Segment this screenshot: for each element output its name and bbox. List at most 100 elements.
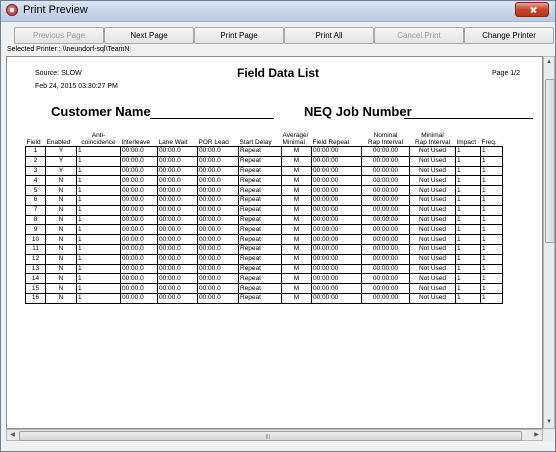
report-source: Source: SLOW xyxy=(35,70,82,77)
table-cell: 1 xyxy=(76,283,121,294)
table-row: 3 Y 1 00:00.0 00:00.0 00:00.0 Repeat M 00:00:00 0… xyxy=(25,166,503,177)
table-cell: 00:00.0 xyxy=(120,205,158,216)
table-cell: 00:00:00 xyxy=(311,273,362,285)
table-cell: 00:00.0 xyxy=(157,146,198,157)
table-cell: 4 xyxy=(25,175,46,187)
table-cell: Not Used xyxy=(409,273,456,285)
table-row: 12 N 1 00:00.0 00:00.0 00:00.0 Repeat M 00:00:00… xyxy=(25,254,503,265)
table-cell: 5 xyxy=(25,185,46,196)
table-cell: N xyxy=(45,195,77,206)
table-cell: 00:00:00 xyxy=(361,146,410,157)
table-cell: 00:00:00 xyxy=(311,215,362,226)
table-cell: Repeat xyxy=(238,244,282,255)
page-number: Page 1/2 xyxy=(492,70,521,77)
table-cell: 00:00.0 xyxy=(197,205,239,216)
vertical-scrollbar[interactable]: ▲ ▼ xyxy=(543,56,555,429)
table-cell: 1 xyxy=(480,156,503,167)
table-cell: M xyxy=(281,224,312,236)
horizontal-scrollbar[interactable]: ◀ ||| ▶ xyxy=(6,429,543,441)
table-cell: Repeat xyxy=(238,156,282,167)
arrow-right-icon[interactable]: ▶ xyxy=(531,430,542,440)
horizontal-scroll-thumb[interactable]: ||| xyxy=(19,431,522,441)
table-cell: 1 xyxy=(455,166,481,177)
table-row: 5 N 1 00:00.0 00:00.0 00:00.0 Repeat M 00:00:00 0… xyxy=(25,185,503,196)
table-row: 14 N 1 00:00.0 00:00.0 00:00.0 Repeat M 00:00:00… xyxy=(25,273,503,285)
report-title: Field Data List xyxy=(237,66,320,80)
table-cell: 1 xyxy=(455,254,481,265)
table-cell: Not Used xyxy=(409,166,456,177)
table-cell: 00:00:00 xyxy=(361,166,410,177)
table-cell: 1 xyxy=(76,205,121,216)
table-cell: 00:00:00 xyxy=(361,273,410,285)
arrow-up-icon[interactable]: ▲ xyxy=(544,57,554,68)
preview-page: Source: SLOW Feb 24, 2015 03:30:27 PM Fi… xyxy=(6,56,543,429)
table-cell: Y xyxy=(45,156,77,167)
title-bar[interactable]: Print Preview xyxy=(1,1,555,22)
next-page-button[interactable]: Next Page xyxy=(104,27,194,44)
table-cell: Not Used xyxy=(409,293,456,304)
table-cell: 00:00:00 xyxy=(311,264,362,275)
job-number-label: NEQ Job Number xyxy=(304,104,412,119)
table-cell: 00:00.0 xyxy=(157,185,198,196)
table-cell: 1 xyxy=(455,264,481,275)
vertical-scroll-thumb[interactable] xyxy=(545,79,555,243)
arrow-left-icon[interactable]: ◀ xyxy=(7,430,18,440)
table-cell: Repeat xyxy=(238,224,282,236)
table-cell: 00:00.0 xyxy=(120,175,158,187)
table-cell: M xyxy=(281,234,312,245)
table-row: 16 N 1 00:00.0 00:00.0 00:00.0 Repeat M 00:00:00… xyxy=(25,293,503,304)
table-cell: 1 xyxy=(455,224,481,236)
table-cell: 00:00:00 xyxy=(361,283,410,294)
table-cell: 1 xyxy=(455,205,481,216)
table-cell: 00:00.0 xyxy=(197,254,239,265)
table-cell: Repeat xyxy=(238,264,282,275)
table-cell: 00:00.0 xyxy=(157,224,198,236)
table-cell: 00:00.0 xyxy=(157,205,198,216)
table-cell: 00:00:00 xyxy=(311,254,362,265)
close-button[interactable] xyxy=(515,2,549,17)
table-cell: 9 xyxy=(25,224,46,236)
table-cell: M xyxy=(281,146,312,157)
table-cell: 1 xyxy=(480,244,503,255)
print-all-button[interactable]: Print All xyxy=(284,27,374,44)
header-start-delay: Start Delay xyxy=(238,124,282,147)
field-data-table: Field Enabled Anti- coincidence Interlea… xyxy=(25,124,503,304)
table-cell: Repeat xyxy=(238,146,282,157)
header-interleave: Interleave xyxy=(120,124,158,147)
grip-icon: ||| xyxy=(266,434,270,440)
table-cell: 1 xyxy=(455,234,481,245)
previous-page-button[interactable]: Previous Page xyxy=(14,27,104,44)
change-printer-button[interactable]: Change Printer xyxy=(464,27,554,44)
table-cell: 00:00.0 xyxy=(120,224,158,236)
scrollbar-corner xyxy=(543,429,555,441)
print-preview-window: Print Preview Previous Page Next Page Pr… xyxy=(0,0,556,452)
arrow-down-icon[interactable]: ▼ xyxy=(544,417,554,428)
table-cell: 1 xyxy=(76,234,121,245)
print-page-button[interactable]: Print Page xyxy=(194,27,284,44)
table-cell: Repeat xyxy=(238,205,282,216)
table-cell: N xyxy=(45,254,77,265)
table-cell: Not Used xyxy=(409,264,456,275)
table-cell: 00:00.0 xyxy=(197,283,239,294)
header-field: Field xyxy=(25,124,46,147)
cancel-print-button[interactable]: Cancel Print xyxy=(374,27,464,44)
table-cell: 00:00:00 xyxy=(361,205,410,216)
table-cell: 00:00:00 xyxy=(361,244,410,255)
table-cell: 00:00.0 xyxy=(120,195,158,206)
table-cell: 1 xyxy=(76,264,121,275)
table-cell: 1 xyxy=(455,146,481,157)
customer-name-line xyxy=(150,118,274,119)
report-date: Feb 24, 2015 03:30:27 PM xyxy=(35,83,118,90)
table-row: 4 N 1 00:00.0 00:00.0 00:00.0 Repeat M 00:00:00 0… xyxy=(25,175,503,187)
toolbar: Previous Page Next Page Print Page Print… xyxy=(6,27,554,45)
table-cell: 00:00.0 xyxy=(197,264,239,275)
table-cell: 00:00.0 xyxy=(157,254,198,265)
table-cell: 00:00.0 xyxy=(197,146,239,157)
table-cell: 00:00:00 xyxy=(361,185,410,196)
table-cell: Repeat xyxy=(238,283,282,294)
table-cell: M xyxy=(281,264,312,275)
table-cell: 1 xyxy=(480,185,503,196)
table-cell: N xyxy=(45,185,77,196)
table-row: 11 N 1 00:00.0 00:00.0 00:00.0 Repeat M 00:00:00… xyxy=(25,244,503,255)
table-cell: 00:00.0 xyxy=(120,156,158,167)
